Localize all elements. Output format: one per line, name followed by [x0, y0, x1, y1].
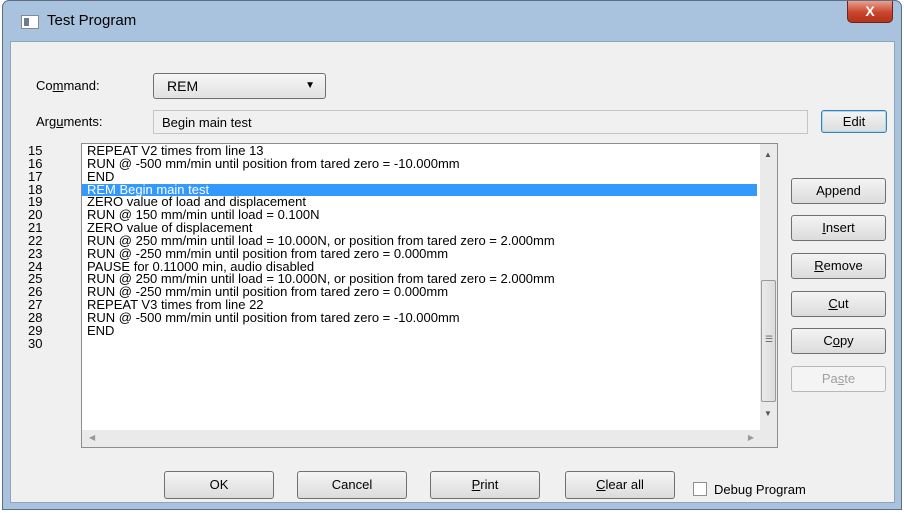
insert-button[interactable]: Insert	[791, 215, 886, 241]
append-button[interactable]: Append	[791, 178, 886, 204]
program-listbox[interactable]: REPEAT V2 times from line 13 RUN @ -500 m…	[81, 143, 778, 448]
cancel-button[interactable]: Cancel	[297, 471, 407, 499]
window-title: Test Program	[47, 12, 137, 29]
copy-button[interactable]: Copy	[791, 328, 886, 354]
debug-program-label[interactable]: Debug Program	[714, 482, 806, 497]
dialog-window: Test Program X Command: REM ▼ Arguments:…	[2, 0, 902, 510]
horizontal-scrollbar[interactable]: ◀ ▶	[82, 430, 762, 447]
scroll-corner	[760, 430, 777, 447]
app-icon	[21, 15, 39, 29]
arguments-value: Begin main test	[162, 115, 252, 130]
ok-button[interactable]: OK	[164, 471, 274, 499]
program-rows: REPEAT V2 times from line 13 RUN @ -500 m…	[82, 144, 757, 338]
close-icon: X	[865, 3, 875, 19]
dialog-client: Command: REM ▼ Arguments: Begin main tes…	[10, 41, 895, 503]
command-label: Command:	[36, 78, 100, 93]
line-numbers: 15 16 17 18 19 20 21 22 23 24 25 26 27 28 29 30	[28, 144, 68, 351]
line-number: 30	[28, 335, 43, 351]
scroll-up-icon[interactable]: ▲	[764, 150, 772, 159]
scroll-left-icon[interactable]: ◀	[89, 433, 95, 442]
title-bar[interactable]: Test Program X	[3, 1, 901, 41]
program-line[interactable]: RUN @ -500 mm/min until position from ta…	[82, 157, 757, 171]
vertical-scrollbar[interactable]: ▲ ☰ ▼	[760, 144, 777, 430]
clear-all-button[interactable]: Clear all	[565, 471, 675, 499]
program-line[interactable]: RUN @ -500 mm/min until position from ta…	[82, 311, 757, 325]
command-dropdown[interactable]: REM ▼	[153, 73, 326, 99]
scroll-right-icon[interactable]: ▶	[748, 433, 754, 442]
program-line[interactable]: END	[82, 324, 757, 338]
debug-program-checkbox[interactable]	[693, 482, 707, 496]
scroll-thumb[interactable]: ☰	[761, 280, 776, 402]
edit-button[interactable]: Edit	[821, 110, 887, 133]
print-button[interactable]: Print	[430, 471, 540, 499]
scroll-down-icon[interactable]: ▼	[764, 409, 772, 418]
arguments-field[interactable]: Begin main test	[153, 110, 808, 134]
arguments-label: Arguments:	[36, 114, 103, 129]
remove-button[interactable]: Remove	[791, 253, 886, 279]
chevron-down-icon: ▼	[305, 80, 315, 91]
paste-button[interactable]: Paste	[791, 366, 886, 392]
grip-icon: ☰	[765, 334, 774, 344]
close-button[interactable]: X	[847, 1, 893, 23]
command-value: REM	[167, 78, 199, 94]
cut-button[interactable]: Cut	[791, 291, 886, 317]
